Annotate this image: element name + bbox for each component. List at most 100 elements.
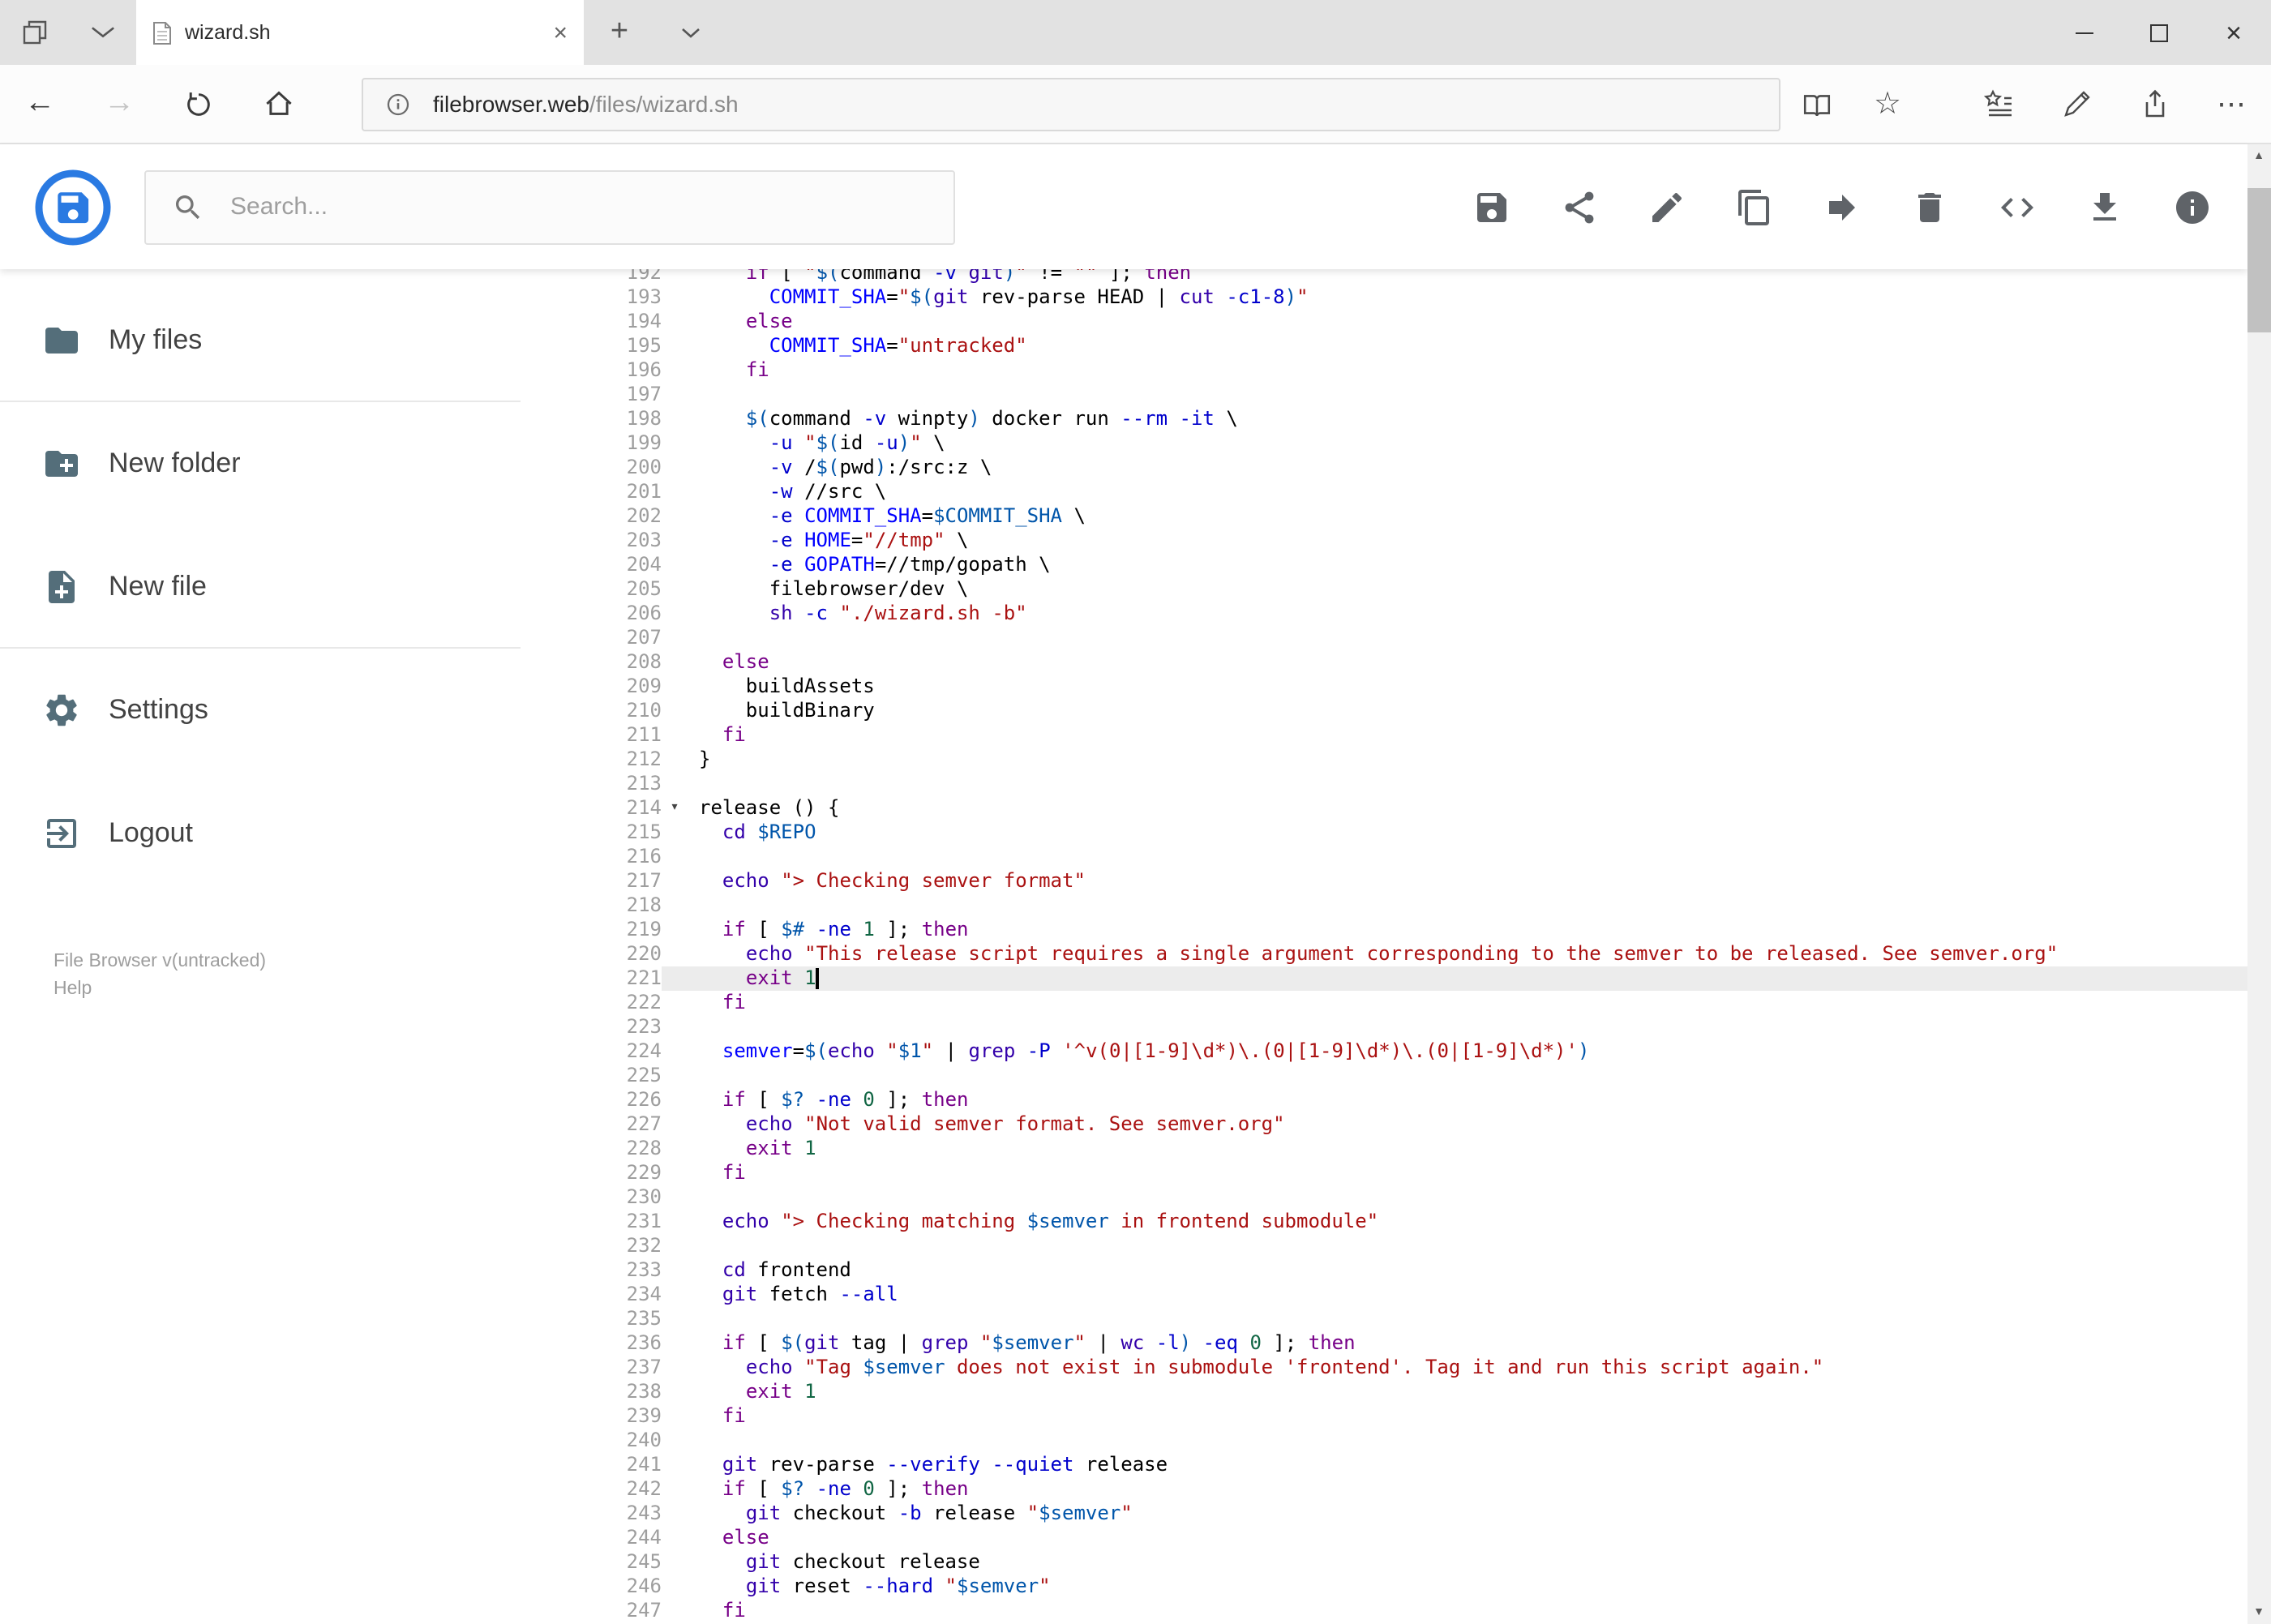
refresh-button[interactable]	[159, 65, 238, 143]
code-line[interactable]: 225	[521, 1064, 2247, 1088]
sidebar-item-new-file[interactable]: New file	[0, 548, 521, 626]
code-line[interactable]: 202 -e COMMIT_SHA=$COMMIT_SHA \	[521, 504, 2247, 529]
code-line[interactable]: 246 git reset --hard "$semver"	[521, 1575, 2247, 1599]
set-tabs-aside-button[interactable]	[0, 0, 68, 65]
code-line[interactable]: 247 fi	[521, 1599, 2247, 1623]
add-favorite-button[interactable]: ☆	[1852, 65, 1923, 143]
code-line[interactable]: 198 $(command -v winpty) docker run --rm…	[521, 407, 2247, 431]
code-line[interactable]: 245 git checkout release	[521, 1550, 2247, 1575]
code-line[interactable]: 235	[521, 1307, 2247, 1331]
download-button[interactable]	[2085, 187, 2123, 226]
search-input[interactable]	[227, 191, 928, 222]
fold-arrow-icon[interactable]: ▾	[662, 796, 688, 821]
page-scrollbar[interactable]: ▲ ▼	[2247, 144, 2271, 1624]
code-line[interactable]: 221 exit 1	[521, 966, 2247, 991]
code-line[interactable]: 203 -e HOME="//tmp" \	[521, 529, 2247, 553]
close-tab-icon[interactable]: ×	[553, 20, 568, 45]
code-line[interactable]: 208 else	[521, 650, 2247, 675]
address-bar[interactable]: filebrowser.web/files/wizard.sh	[362, 77, 1780, 131]
scroll-up-arrow-icon[interactable]: ▲	[2247, 144, 2271, 169]
code-line[interactable]: 213	[521, 772, 2247, 796]
forward-button[interactable]: →	[79, 65, 159, 143]
minimize-button[interactable]	[2047, 0, 2122, 65]
delete-button[interactable]	[1909, 187, 1948, 226]
code-line[interactable]: 240	[521, 1429, 2247, 1453]
code-line[interactable]: 236 if [ $(git tag | grep "$semver" | wc…	[521, 1331, 2247, 1356]
code-line[interactable]: 216	[521, 845, 2247, 869]
scroll-down-arrow-icon[interactable]: ▼	[2247, 1600, 2271, 1624]
help-link[interactable]: Help	[54, 976, 521, 1004]
code-editor[interactable]: 192 if [ "$(command -v git)" != "" ]; th…	[521, 269, 2247, 1624]
sidebar-item-settings[interactable]: Settings	[0, 671, 521, 749]
code-line[interactable]: 209 buildAssets	[521, 675, 2247, 699]
code-line[interactable]: 230	[521, 1185, 2247, 1210]
code-line[interactable]: 215 cd $REPO	[521, 821, 2247, 845]
filebrowser-logo[interactable]	[34, 168, 112, 246]
code-line[interactable]: 242 if [ $? -ne 0 ]; then	[521, 1477, 2247, 1502]
move-button[interactable]	[1822, 187, 1861, 226]
code-line[interactable]: 219 if [ $# -ne 1 ]; then	[521, 918, 2247, 942]
code-line[interactable]: 220 echo "This release script requires a…	[521, 942, 2247, 966]
raw-view-button[interactable]	[1997, 187, 2036, 226]
code-line[interactable]: 224 semver=$(echo "$1" | grep -P '^v(0|[…	[521, 1039, 2247, 1064]
code-line[interactable]: 233 cd frontend	[521, 1258, 2247, 1283]
code-line[interactable]: 237 echo "Tag $semver does not exist in …	[521, 1356, 2247, 1380]
sidebar-item-new-folder[interactable]: New folder	[0, 425, 521, 503]
code-line[interactable]: 234 git fetch --all	[521, 1283, 2247, 1307]
scrollbar-thumb[interactable]	[2247, 188, 2271, 332]
code-line[interactable]: 239 fi	[521, 1404, 2247, 1429]
code-line[interactable]: 200 -v /$(pwd):/src:z \	[521, 456, 2247, 480]
code-line[interactable]: 212}	[521, 748, 2247, 772]
info-button[interactable]	[2172, 187, 2211, 226]
code-line[interactable]: 232	[521, 1234, 2247, 1258]
code-line[interactable]: 199 -u "$(id -u)" \	[521, 431, 2247, 456]
code-line[interactable]: 207	[521, 626, 2247, 650]
code-line[interactable]: 206 sh -c "./wizard.sh -b"	[521, 602, 2247, 626]
home-button[interactable]	[238, 65, 318, 143]
code-line[interactable]: 243 git checkout -b release "$semver"	[521, 1502, 2247, 1526]
browser-tab[interactable]: wizard.sh ×	[136, 0, 584, 65]
code-line[interactable]: 223	[521, 1015, 2247, 1039]
code-line[interactable]: 227 echo "Not valid semver format. See s…	[521, 1112, 2247, 1137]
search-box[interactable]	[144, 169, 955, 244]
code-line[interactable]: 211 fi	[521, 723, 2247, 748]
maximize-button[interactable]	[2122, 0, 2196, 65]
sidebar-item-logout[interactable]: Logout	[0, 795, 521, 872]
code-line[interactable]: 194 else	[521, 310, 2247, 334]
code-line[interactable]: 228 exit 1	[521, 1137, 2247, 1161]
code-line[interactable]: 210 buildBinary	[521, 699, 2247, 723]
rename-button[interactable]	[1647, 187, 1686, 226]
more-button[interactable]: ⋯	[2193, 65, 2271, 143]
code-line[interactable]: 231 echo "> Checking matching $semver in…	[521, 1210, 2247, 1234]
code-line[interactable]: 193 COMMIT_SHA="$(git rev-parse HEAD | c…	[521, 285, 2247, 310]
code-line[interactable]: 204 -e GOPATH=//tmp/gopath \	[521, 553, 2247, 577]
code-line[interactable]: 238 exit 1	[521, 1380, 2247, 1404]
code-line[interactable]: 214 ▾ release () {	[521, 796, 2247, 821]
code-line[interactable]: 192 if [ "$(command -v git)" != "" ]; th…	[521, 269, 2247, 285]
back-button[interactable]: ←	[0, 65, 79, 143]
code-line[interactable]: 222 fi	[521, 991, 2247, 1015]
share-button[interactable]	[1559, 187, 1598, 226]
tab-list-button[interactable]	[655, 0, 726, 65]
code-line[interactable]: 205 filebrowser/dev \	[521, 577, 2247, 602]
code-line[interactable]: 197	[521, 383, 2247, 407]
sidebar-item-my-files[interactable]: My files	[0, 302, 521, 379]
tab-preview-button[interactable]	[68, 0, 136, 65]
code-line[interactable]: 201 -w //src \	[521, 480, 2247, 504]
code-line[interactable]: 217 echo "> Checking semver format"	[521, 869, 2247, 893]
reading-view-button[interactable]	[1780, 65, 1852, 143]
save-button[interactable]	[1472, 187, 1510, 226]
code-line[interactable]: 196 fi	[521, 358, 2247, 383]
copy-button[interactable]	[1734, 187, 1773, 226]
hub-button[interactable]	[1960, 65, 2037, 143]
web-notes-button[interactable]	[2037, 65, 2115, 143]
code-line[interactable]: 244 else	[521, 1526, 2247, 1550]
code-line[interactable]: 195 COMMIT_SHA="untracked"	[521, 334, 2247, 358]
share-page-button[interactable]	[2115, 65, 2193, 143]
site-info-icon[interactable]	[386, 92, 410, 116]
code-line[interactable]: 226 if [ $? -ne 0 ]; then	[521, 1088, 2247, 1112]
code-line[interactable]: 241 git rev-parse --verify --quiet relea…	[521, 1453, 2247, 1477]
new-tab-button[interactable]: +	[584, 0, 655, 65]
close-window-button[interactable]: ×	[2196, 0, 2271, 65]
code-line[interactable]: 218	[521, 893, 2247, 918]
